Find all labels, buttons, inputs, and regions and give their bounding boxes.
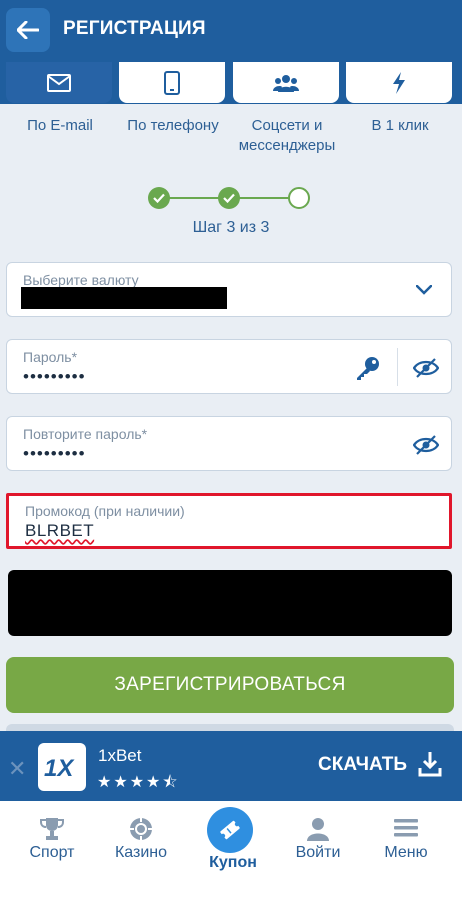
password-label: Пароль* xyxy=(23,349,78,365)
currency-label: Выберите валюту xyxy=(23,272,139,288)
nav-coupon[interactable]: Купон xyxy=(193,801,273,900)
lightning-icon xyxy=(393,71,405,94)
users-icon xyxy=(273,74,299,92)
nav-coupon-label: Купон xyxy=(209,854,257,871)
check-icon xyxy=(153,193,165,203)
arrow-left-icon xyxy=(17,21,39,39)
check-icon xyxy=(223,193,235,203)
password-field[interactable]: Пароль* ••••••••• xyxy=(6,339,452,394)
step-line xyxy=(238,197,290,199)
app-logo: 1X xyxy=(38,743,86,791)
nav-casino-label: Казино xyxy=(114,844,168,861)
app-name: 1xBet xyxy=(98,746,142,765)
tab-label-email[interactable]: По E-mail xyxy=(2,116,118,136)
rating-stars: ★★★★⯪ xyxy=(97,774,180,791)
tab-label-phone[interactable]: По телефону xyxy=(115,116,231,136)
step-3-current xyxy=(288,187,310,209)
nav-casino[interactable]: Казино xyxy=(101,801,181,900)
step-2-done xyxy=(218,187,240,209)
nav-menu-label: Меню xyxy=(384,844,428,861)
app-download-banner: ✕ 1X 1xBet ★★★★⯪ СКАЧАТЬ xyxy=(0,731,462,801)
step-indicator xyxy=(148,186,312,210)
nav-sport[interactable]: Спорт xyxy=(12,801,92,900)
promo-code-field[interactable]: Промокод (при наличии) BLRBET xyxy=(6,493,452,549)
password-value[interactable]: ••••••••• xyxy=(23,367,86,387)
user-icon xyxy=(278,817,358,843)
password-repeat-field[interactable]: Повторите пароль* ••••••••• xyxy=(6,416,452,471)
currency-select[interactable]: Выберите валюту xyxy=(6,262,452,317)
trophy-icon xyxy=(12,817,92,843)
password-repeat-label: Повторите пароль* xyxy=(23,426,148,442)
registration-tabs xyxy=(0,62,462,104)
nav-menu[interactable]: Меню xyxy=(366,801,446,900)
step-text: Шаг 3 из 3 xyxy=(192,219,270,236)
step-1-done xyxy=(148,187,170,209)
nav-sport-label: Спорт xyxy=(29,844,75,861)
currency-value-redacted xyxy=(21,287,227,309)
tab-social[interactable] xyxy=(233,62,339,103)
close-icon[interactable]: ✕ xyxy=(8,756,26,782)
download-button[interactable]: СКАЧАТЬ xyxy=(318,754,407,776)
back-button[interactable] xyxy=(6,8,50,52)
nav-login-label: Войти xyxy=(295,844,341,861)
logo-text: 1X xyxy=(44,755,75,780)
top-bar: РЕГИСТРАЦИЯ xyxy=(0,0,462,62)
casino-chip-icon xyxy=(101,817,181,843)
redacted-block xyxy=(8,570,452,636)
envelope-icon xyxy=(47,73,71,92)
nav-login[interactable]: Войти xyxy=(278,801,358,900)
page-title: РЕГИСТРАЦИЯ xyxy=(63,18,206,39)
tab-label-social-line2: мессенджеры xyxy=(238,137,336,154)
eye-off-icon[interactable] xyxy=(411,354,441,382)
bottom-navigation: Спорт Казино Купон Войти Меню xyxy=(0,801,462,900)
tab-phone[interactable] xyxy=(119,62,225,103)
tab-label-social-line1: Соцсети и xyxy=(251,117,323,134)
promo-value[interactable]: BLRBET xyxy=(25,521,94,541)
key-icon[interactable] xyxy=(353,354,383,382)
tab-one-click[interactable] xyxy=(346,62,452,103)
divider xyxy=(397,348,398,386)
phone-icon xyxy=(164,70,180,95)
download-icon[interactable] xyxy=(418,751,442,782)
step-line xyxy=(168,197,220,199)
register-button[interactable]: ЗАРЕГИСТРИРОВАТЬСЯ xyxy=(6,657,454,713)
tab-label-one-click[interactable]: В 1 клик xyxy=(342,116,458,136)
hamburger-menu-icon xyxy=(366,817,446,843)
ticket-icon xyxy=(207,807,253,853)
password-repeat-value[interactable]: ••••••••• xyxy=(23,444,86,464)
promo-label: Промокод (при наличии) xyxy=(25,503,185,519)
chevron-down-icon[interactable] xyxy=(411,279,437,301)
tab-label-social[interactable]: Соцсети и мессенджеры xyxy=(228,116,346,156)
eye-off-icon[interactable] xyxy=(411,431,441,459)
tab-email[interactable] xyxy=(6,62,112,103)
